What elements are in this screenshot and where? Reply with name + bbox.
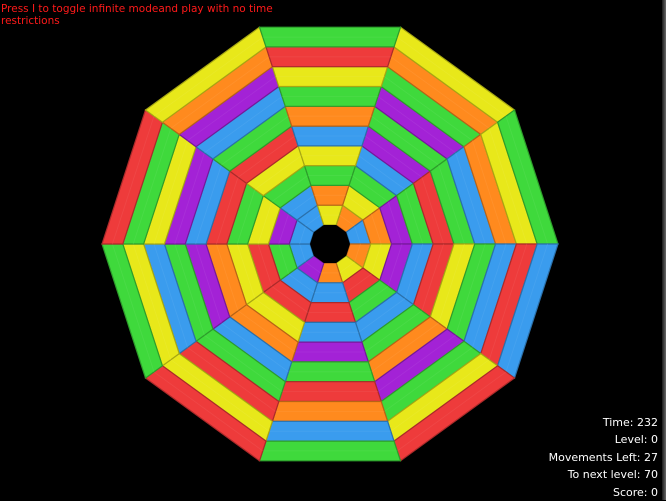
stat-movements-left-label: Movements Left: xyxy=(548,450,641,464)
stat-movements-left-value: 27 xyxy=(644,450,658,464)
stat-level-value: 0 xyxy=(651,433,658,447)
stat-score-label: Score: xyxy=(612,485,648,499)
stat-score: Score: 0 xyxy=(549,484,658,501)
stat-level: Level: 0 xyxy=(549,431,658,448)
stat-time-label: Time: xyxy=(602,416,634,429)
window-edge xyxy=(662,0,666,500)
board-center-hole xyxy=(310,225,350,263)
stat-time: Time: 232 xyxy=(549,414,658,431)
stat-to-next-level: To next level: 70 xyxy=(549,466,658,483)
stat-level-label: Level: xyxy=(614,433,648,447)
stats-panel: Time: 232 Level: 0 Movements Left: 27 To… xyxy=(549,414,658,501)
stat-to-next-level-value: 70 xyxy=(644,468,658,482)
stat-to-next-level-label: To next level: xyxy=(567,468,641,482)
stat-score-value: 0 xyxy=(651,485,658,499)
stat-movements-left: Movements Left: 27 xyxy=(549,449,658,466)
stat-time-value: 232 xyxy=(637,416,658,429)
